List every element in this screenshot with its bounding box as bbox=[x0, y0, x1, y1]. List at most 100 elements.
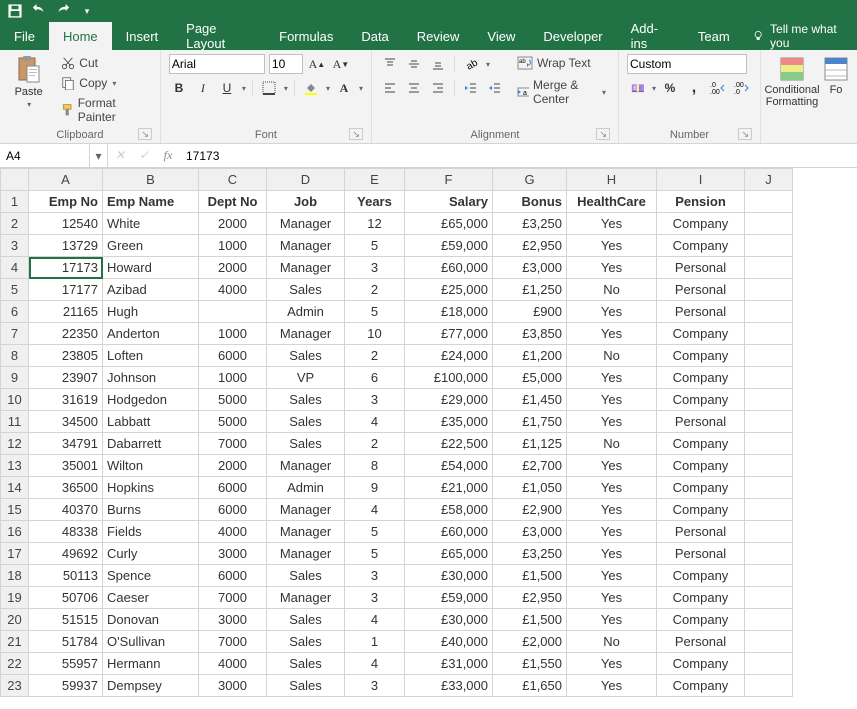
dialog-launcher-icon[interactable]: ↘ bbox=[138, 128, 152, 140]
cell[interactable]: O'Sullivan bbox=[103, 631, 199, 653]
cell[interactable]: 4 bbox=[345, 609, 405, 631]
row-header[interactable]: 10 bbox=[1, 389, 29, 411]
decrease-font-icon[interactable]: A▼ bbox=[331, 54, 351, 74]
tab-file[interactable]: File bbox=[0, 22, 49, 50]
cell[interactable]: Company bbox=[657, 477, 745, 499]
cell[interactable] bbox=[745, 521, 793, 543]
row-header[interactable]: 6 bbox=[1, 301, 29, 323]
cell[interactable]: Yes bbox=[567, 543, 657, 565]
tab-view[interactable]: View bbox=[473, 22, 529, 50]
column-header[interactable]: D bbox=[267, 169, 345, 191]
cell[interactable]: 6 bbox=[345, 367, 405, 389]
undo-icon[interactable] bbox=[30, 2, 48, 20]
align-left-icon[interactable] bbox=[380, 78, 400, 98]
row-header[interactable]: 4 bbox=[1, 257, 29, 279]
cell[interactable]: Caeser bbox=[103, 587, 199, 609]
cell[interactable]: Manager bbox=[267, 587, 345, 609]
cell[interactable] bbox=[745, 323, 793, 345]
cell[interactable]: Johnson bbox=[103, 367, 199, 389]
cell[interactable]: Company bbox=[657, 653, 745, 675]
comma-format-icon[interactable]: , bbox=[684, 78, 704, 98]
cell[interactable]: £1,250 bbox=[493, 279, 567, 301]
cell[interactable]: Yes bbox=[567, 521, 657, 543]
cell[interactable]: £3,250 bbox=[493, 213, 567, 235]
cell[interactable]: 2000 bbox=[199, 213, 267, 235]
cell[interactable]: Personal bbox=[657, 521, 745, 543]
cell[interactable]: Admin bbox=[267, 477, 345, 499]
cell[interactable]: Yes bbox=[567, 411, 657, 433]
cell[interactable]: Manager bbox=[267, 257, 345, 279]
cell[interactable] bbox=[745, 653, 793, 675]
cell[interactable]: Hopkins bbox=[103, 477, 199, 499]
cell[interactable] bbox=[745, 257, 793, 279]
cell[interactable]: Howard bbox=[103, 257, 199, 279]
cell[interactable] bbox=[745, 565, 793, 587]
cell[interactable]: 3 bbox=[345, 257, 405, 279]
format-painter-button[interactable]: Format Painter bbox=[57, 94, 152, 126]
row-header[interactable]: 14 bbox=[1, 477, 29, 499]
row-header[interactable]: 21 bbox=[1, 631, 29, 653]
cell[interactable]: Personal bbox=[657, 631, 745, 653]
cell[interactable]: Pension bbox=[657, 191, 745, 213]
column-header[interactable]: A bbox=[29, 169, 103, 191]
cell[interactable] bbox=[745, 411, 793, 433]
cell[interactable]: Spence bbox=[103, 565, 199, 587]
cell[interactable]: 59937 bbox=[29, 675, 103, 697]
tab-insert[interactable]: Insert bbox=[112, 22, 173, 50]
cell[interactable]: 12540 bbox=[29, 213, 103, 235]
cell[interactable]: 49692 bbox=[29, 543, 103, 565]
cell[interactable]: £65,000 bbox=[405, 213, 493, 235]
cell[interactable]: £100,000 bbox=[405, 367, 493, 389]
cell[interactable]: £18,000 bbox=[405, 301, 493, 323]
align-top-icon[interactable] bbox=[380, 54, 400, 74]
cell[interactable]: £5,000 bbox=[493, 367, 567, 389]
cell[interactable]: £1,550 bbox=[493, 653, 567, 675]
cell[interactable]: Personal bbox=[657, 257, 745, 279]
dialog-launcher-icon[interactable]: ↘ bbox=[349, 128, 363, 140]
cell[interactable]: 4000 bbox=[199, 653, 267, 675]
cell[interactable]: £30,000 bbox=[405, 565, 493, 587]
cell[interactable]: £58,000 bbox=[405, 499, 493, 521]
cell[interactable]: No bbox=[567, 631, 657, 653]
dialog-launcher-icon[interactable]: ↘ bbox=[738, 128, 752, 140]
dialog-launcher-icon[interactable]: ↘ bbox=[596, 128, 610, 140]
cell[interactable]: HealthCare bbox=[567, 191, 657, 213]
cell[interactable] bbox=[745, 675, 793, 697]
align-bottom-icon[interactable] bbox=[428, 54, 448, 74]
tab-review[interactable]: Review bbox=[403, 22, 474, 50]
cell[interactable]: White bbox=[103, 213, 199, 235]
cell[interactable]: 36500 bbox=[29, 477, 103, 499]
column-header[interactable]: C bbox=[199, 169, 267, 191]
name-box[interactable] bbox=[0, 144, 90, 167]
cell[interactable]: £1,200 bbox=[493, 345, 567, 367]
cell[interactable]: £3,000 bbox=[493, 257, 567, 279]
cell[interactable]: £21,000 bbox=[405, 477, 493, 499]
cell[interactable]: £60,000 bbox=[405, 521, 493, 543]
cell[interactable]: 40370 bbox=[29, 499, 103, 521]
cell[interactable]: Azibad bbox=[103, 279, 199, 301]
cell[interactable]: Yes bbox=[567, 301, 657, 323]
row-header[interactable]: 20 bbox=[1, 609, 29, 631]
cell[interactable]: £2,000 bbox=[493, 631, 567, 653]
cell[interactable]: Years bbox=[345, 191, 405, 213]
cell[interactable]: 3 bbox=[345, 675, 405, 697]
cell[interactable] bbox=[199, 301, 267, 323]
row-header[interactable]: 5 bbox=[1, 279, 29, 301]
row-header[interactable]: 12 bbox=[1, 433, 29, 455]
cell[interactable]: Green bbox=[103, 235, 199, 257]
column-header[interactable]: B bbox=[103, 169, 199, 191]
worksheet-grid[interactable]: ABCDEFGHIJ1Emp NoEmp NameDept NoJobYears… bbox=[0, 168, 857, 709]
cell[interactable]: 50113 bbox=[29, 565, 103, 587]
cell[interactable]: £1,500 bbox=[493, 565, 567, 587]
cell[interactable]: 2 bbox=[345, 279, 405, 301]
cell[interactable]: Yes bbox=[567, 367, 657, 389]
cell[interactable]: £2,900 bbox=[493, 499, 567, 521]
cell[interactable]: Emp No bbox=[29, 191, 103, 213]
cell[interactable] bbox=[745, 433, 793, 455]
cell[interactable]: £1,500 bbox=[493, 609, 567, 631]
cell[interactable]: No bbox=[567, 279, 657, 301]
cell[interactable]: £1,450 bbox=[493, 389, 567, 411]
cell[interactable]: 23907 bbox=[29, 367, 103, 389]
row-header[interactable]: 8 bbox=[1, 345, 29, 367]
cell[interactable]: Company bbox=[657, 235, 745, 257]
